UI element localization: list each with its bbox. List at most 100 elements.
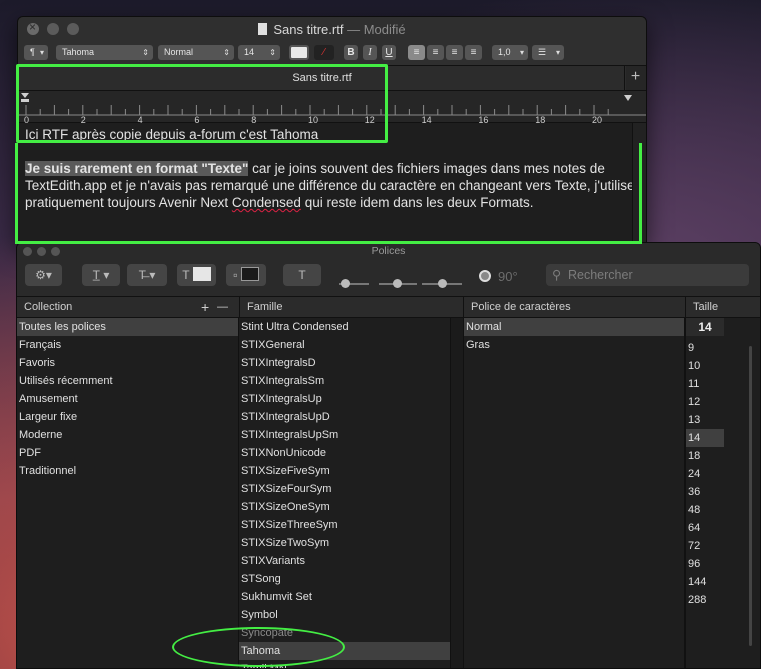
size-item[interactable]: 24	[686, 465, 724, 483]
family-item[interactable]: Sukhumvit Set	[239, 588, 450, 606]
family-item[interactable]: STIXVariants	[239, 552, 450, 570]
add-collection-button[interactable]: +	[201, 297, 209, 318]
chevron-down-icon: ▾	[39, 48, 44, 57]
column-header-typeface: Police de caractères	[463, 297, 685, 318]
family-item[interactable]: STIXSizeThreeSym	[239, 516, 450, 534]
shadow-opacity-knob[interactable]	[341, 279, 350, 288]
size-item[interactable]: 288	[686, 591, 724, 609]
size-item[interactable]: 36	[686, 483, 724, 501]
collection-item[interactable]: Largeur fixe	[17, 408, 238, 426]
family-item[interactable]: STIXNonUnicode	[239, 444, 450, 462]
justify-button[interactable]: ≡	[465, 45, 482, 60]
size-item[interactable]: 64	[686, 519, 724, 537]
family-item[interactable]: STIXSizeFourSym	[239, 480, 450, 498]
highlight-frame	[16, 64, 388, 143]
document-name: Sans titre.rtf	[273, 22, 344, 37]
size-item[interactable]: 14	[686, 429, 724, 447]
family-item[interactable]: Stint Ultra Condensed	[239, 318, 450, 336]
size-item[interactable]: 11	[686, 375, 724, 393]
size-column: 14 9 10 11 12 13 14 18 24 36 48 64 72 96 144 288	[685, 318, 760, 668]
collection-item[interactable]: Français	[17, 336, 238, 354]
collection-item[interactable]: Amusement	[17, 390, 238, 408]
line-spacing-popup[interactable]: 1,0 ▾	[492, 45, 528, 60]
shadow-angle-dial[interactable]	[479, 270, 491, 282]
document-color-button[interactable]: ▫	[226, 264, 266, 286]
panel-zoom-button[interactable]	[51, 247, 60, 256]
family-item[interactable]: STIXSizeFiveSym	[239, 462, 450, 480]
size-item[interactable]: 96	[686, 555, 724, 573]
size-item[interactable]: 13	[686, 411, 724, 429]
bold-button[interactable]: B	[344, 45, 358, 60]
search-field[interactable]: ⚲ Rechercher	[546, 264, 749, 286]
align-right-button[interactable]: ≡	[446, 45, 463, 60]
text-strikethrough-button[interactable]: T̶ ▾	[127, 264, 167, 286]
family-item[interactable]: STIXIntegralsSm	[239, 372, 450, 390]
font-style-value: Normal	[164, 47, 194, 57]
size-item[interactable]: 9	[686, 339, 724, 357]
font-size-popup[interactable]: 14 ⇕	[238, 45, 280, 60]
align-left-button[interactable]: ≡	[408, 45, 425, 60]
window-title: Sans titre.rtf — Modifié	[18, 22, 646, 37]
family-item[interactable]: STSong	[239, 570, 450, 588]
text-color-well[interactable]	[289, 45, 309, 60]
collection-item[interactable]: PDF	[17, 444, 238, 462]
format-toolbar: ¶ ▾ Tahoma ⇕ Normal ⇕ 14 ⇕ ⁄ B I U ≡ ≡ ≡ ≡ 1…	[18, 43, 646, 65]
list-popup[interactable]: ☰ ▾	[532, 45, 564, 60]
size-slider[interactable]	[749, 346, 752, 646]
align-right-icon: ≡	[451, 47, 458, 58]
collection-item[interactable]: Toutes les polices	[17, 318, 238, 336]
family-item[interactable]: STIXIntegralsD	[239, 354, 450, 372]
collection-item[interactable]: Moderne	[17, 426, 238, 444]
size-item[interactable]: 72	[686, 537, 724, 555]
search-placeholder: Rechercher	[568, 268, 633, 282]
remove-collection-button[interactable]: —	[217, 297, 228, 318]
size-item[interactable]: 48	[686, 501, 724, 519]
font-family-popup[interactable]: Tahoma ⇕	[56, 45, 153, 60]
collection-header-label: Collection	[24, 301, 73, 313]
size-item[interactable]: 12	[686, 393, 724, 411]
family-scrollbar[interactable]	[451, 318, 463, 668]
paragraph-style-popup[interactable]: ¶ ▾	[24, 45, 48, 60]
text-underline-button[interactable]: T̲ ▾	[82, 264, 120, 286]
text-color-button[interactable]: T	[177, 264, 216, 286]
collection-item[interactable]: Utilisés récemment	[17, 372, 238, 390]
updown-chevron-icon: ⇕	[223, 48, 230, 57]
shadow-angle-value: 90°	[498, 269, 518, 284]
new-tab-button[interactable]: +	[624, 66, 646, 90]
panel-minimize-button[interactable]	[37, 247, 46, 256]
justify-icon: ≡	[470, 47, 477, 58]
column-header-size: Taille	[685, 297, 760, 318]
collection-item[interactable]: Favoris	[17, 354, 238, 372]
family-item[interactable]: Symbol	[239, 606, 450, 624]
align-center-button[interactable]: ≡	[427, 45, 444, 60]
search-icon: ⚲	[552, 268, 562, 282]
panel-close-button[interactable]	[23, 247, 32, 256]
right-indent-marker[interactable]	[624, 95, 632, 101]
action-menu-button[interactable]: ⚙▾	[25, 264, 62, 286]
size-item[interactable]: 10	[686, 357, 724, 375]
highlight-ellipse	[172, 627, 345, 667]
background-color-well[interactable]: ⁄	[314, 45, 334, 60]
collection-item[interactable]: Traditionnel	[17, 462, 238, 480]
family-item[interactable]: STIXIntegralsUp	[239, 390, 450, 408]
typeface-list: Normal Gras	[463, 318, 685, 668]
typeface-item[interactable]: Normal	[464, 318, 684, 336]
font-style-popup[interactable]: Normal ⇕	[158, 45, 234, 60]
family-item[interactable]: STIXSizeOneSym	[239, 498, 450, 516]
size-list: 9 10 11 12 13 14 18 24 36 48 64 72 96 144 288	[686, 339, 724, 609]
size-item[interactable]: 18	[686, 447, 724, 465]
text-shadow-button[interactable]: T	[283, 264, 321, 286]
italic-button[interactable]: I	[363, 45, 377, 60]
shadow-blur-knob[interactable]	[393, 279, 402, 288]
font-family-value: Tahoma	[62, 47, 95, 57]
family-item[interactable]: STIXGeneral	[239, 336, 450, 354]
size-input[interactable]: 14	[686, 318, 724, 336]
size-item[interactable]: 144	[686, 573, 724, 591]
shadow-offset-knob[interactable]	[438, 279, 447, 288]
family-item[interactable]: STIXIntegralsUpD	[239, 408, 450, 426]
family-item[interactable]: STIXSizeTwoSym	[239, 534, 450, 552]
family-item[interactable]: STIXIntegralsUpSm	[239, 426, 450, 444]
underline-button[interactable]: U	[382, 45, 396, 60]
updown-chevron-icon: ⇕	[142, 48, 149, 57]
typeface-item[interactable]: Gras	[464, 336, 684, 354]
